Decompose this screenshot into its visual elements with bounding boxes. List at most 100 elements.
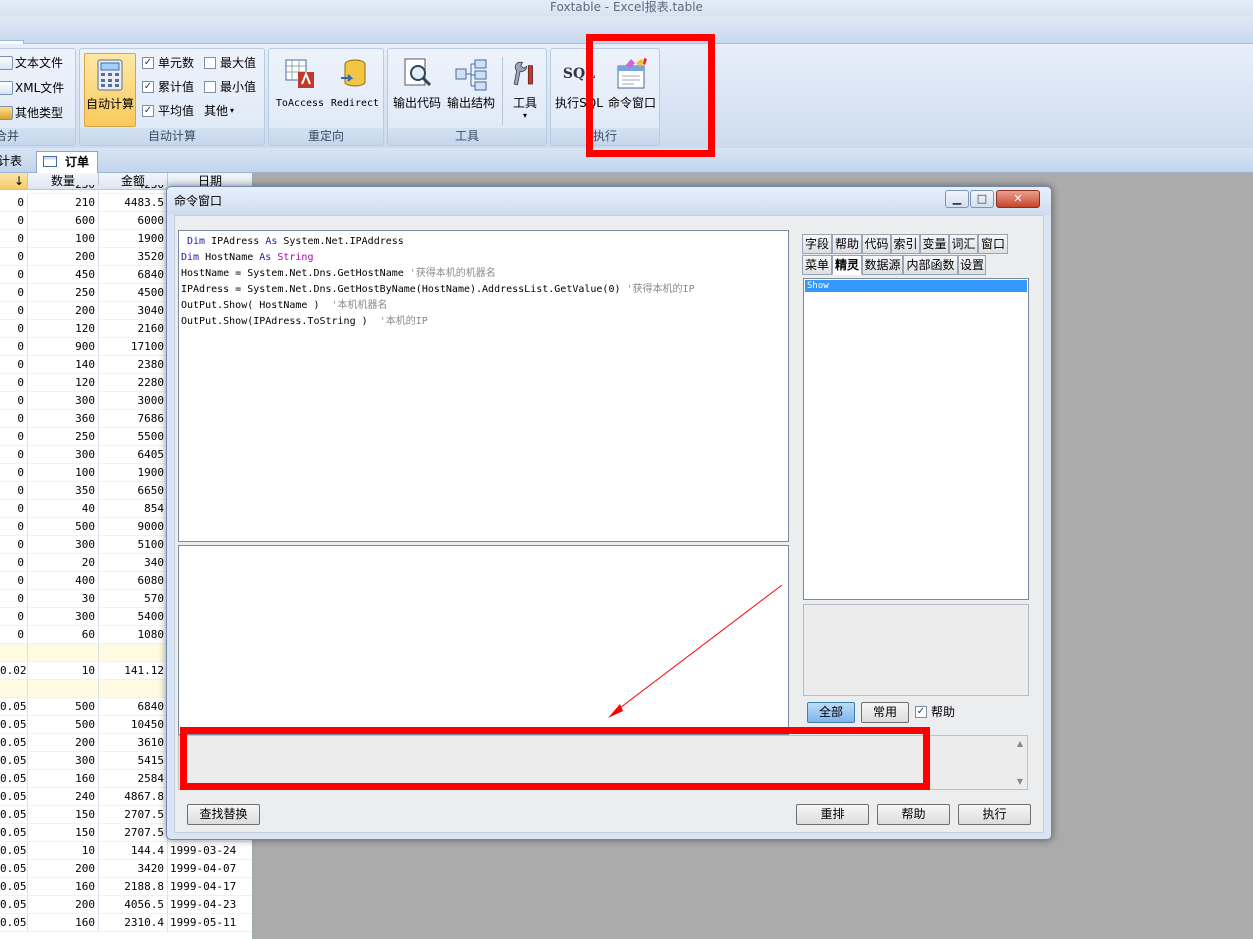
table-cell[interactable]: 300 [28, 752, 99, 770]
table-cell[interactable]: 4056.5 [99, 896, 168, 914]
code-editor[interactable]: Dim IPAdress As System.Net.IPAddress Dim … [178, 230, 789, 542]
tools-dropdown-button[interactable]: 工具 ▾ [506, 53, 544, 127]
table-cell[interactable]: 9000 [99, 518, 168, 536]
table-cell[interactable]: 250 [28, 284, 99, 302]
table-cell[interactable]: 340 [99, 554, 168, 572]
table-cell[interactable]: 0 [0, 284, 28, 302]
reorder-button[interactable]: 重排 [796, 804, 869, 825]
table-cell[interactable]: 0 [0, 428, 28, 446]
table-cell[interactable] [28, 644, 99, 662]
minimize-button[interactable]: ▁ [945, 190, 969, 208]
table-cell[interactable]: 6405 [99, 446, 168, 464]
table-cell[interactable]: 6650 [99, 482, 168, 500]
table-cell[interactable]: 2310.4 [99, 914, 168, 932]
table-cell[interactable]: 3000 [99, 392, 168, 410]
table-cell[interactable]: 570 [99, 590, 168, 608]
table-cell[interactable]: 100 [28, 464, 99, 482]
table-cell[interactable]: 500 [28, 716, 99, 734]
table-cell[interactable]: 5100 [99, 536, 168, 554]
table-cell[interactable]: 0 [0, 248, 28, 266]
table-cell[interactable]: 160 [28, 878, 99, 896]
help-button[interactable]: 帮助 [877, 804, 950, 825]
tab-right_tabs_row2-3[interactable]: 内部函数 [903, 255, 958, 275]
table-cell[interactable]: 2160 [99, 320, 168, 338]
tab-right_tabs_row1-0[interactable]: 字段 [802, 234, 832, 254]
table-cell[interactable]: 0.05 [0, 788, 28, 806]
xml-file-button[interactable]: XML文件 [0, 77, 64, 99]
table-cell[interactable]: 0 [0, 608, 28, 626]
table-cell[interactable]: 0 [0, 230, 28, 248]
table-cell[interactable]: 900 [28, 338, 99, 356]
table-cell[interactable]: 17100 [99, 338, 168, 356]
table-cell[interactable]: 1999-04-07 [168, 860, 252, 878]
table-cell[interactable]: 30 [28, 590, 99, 608]
execute-button[interactable]: 执行 [958, 804, 1031, 825]
table-cell[interactable]: 7686 [99, 410, 168, 428]
table-cell[interactable]: 100 [28, 230, 99, 248]
maximize-button[interactable]: □ [970, 190, 994, 208]
table-cell[interactable]: 0.05 [0, 860, 28, 878]
scrollbar[interactable]: ▲ ▼ [1014, 738, 1026, 788]
text-file-button[interactable]: 文本文件 [0, 52, 63, 74]
table-cell[interactable]: 2707.5 [99, 824, 168, 842]
table-cell[interactable]: 10450 [99, 716, 168, 734]
check-cell-count[interactable]: ✓ 单元数 [142, 52, 194, 74]
table-cell[interactable]: 6000 [99, 212, 168, 230]
table-cell[interactable]: 0 [0, 518, 28, 536]
table-cell[interactable]: 3420 [99, 860, 168, 878]
export-code-button[interactable]: 输出代码 [390, 53, 444, 127]
table-cell[interactable]: 250 [28, 428, 99, 446]
table-cell[interactable]: 150 [28, 806, 99, 824]
checkbox-cell-count[interactable]: ✓ [142, 57, 154, 69]
table-cell[interactable] [0, 644, 28, 662]
table-cell[interactable]: 0 [0, 212, 28, 230]
table-cell[interactable]: 6840 [99, 266, 168, 284]
table-cell[interactable]: 10 [28, 842, 99, 860]
table-cell[interactable]: 1080 [99, 626, 168, 644]
table-cell[interactable]: 10 [28, 662, 99, 680]
table-cell[interactable]: 160 [28, 914, 99, 932]
table-cell[interactable] [0, 680, 28, 698]
table-cell[interactable]: 0 [0, 338, 28, 356]
checkbox-average[interactable]: ✓ [142, 105, 154, 117]
tab-right_tabs_row1-6[interactable]: 窗口 [978, 234, 1008, 254]
help-checkbox[interactable]: ✓ 帮助 [915, 701, 955, 723]
table-cell[interactable]: 2280 [99, 374, 168, 392]
table-cell[interactable]: 144.4 [99, 842, 168, 860]
table-cell[interactable]: 0.05 [0, 824, 28, 842]
table-cell[interactable]: 1999-03-24 [168, 842, 252, 860]
table-cell[interactable]: 600 [28, 212, 99, 230]
checkbox-max[interactable] [204, 57, 216, 69]
table-cell[interactable]: 0.05 [0, 914, 28, 932]
table-cell[interactable]: 0 [0, 374, 28, 392]
other-type-button[interactable]: 其他类型 [0, 102, 63, 124]
table-cell[interactable]: 0 [0, 266, 28, 284]
table-cell[interactable]: 1999-05-11 [168, 914, 252, 932]
tab-right_tabs_row1-4[interactable]: 变量 [920, 234, 949, 254]
table-cell[interactable]: 200 [28, 734, 99, 752]
table-cell[interactable]: 0.05 [0, 896, 28, 914]
table-cell[interactable]: 0 [0, 446, 28, 464]
table-cell[interactable]: 5500 [99, 428, 168, 446]
table-cell[interactable]: 350 [28, 482, 99, 500]
table-cell[interactable]: 0 [0, 554, 28, 572]
table-cell[interactable]: 0 [0, 356, 28, 374]
check-cumulative[interactable]: ✓ 累计值 [142, 76, 194, 98]
table-cell[interactable]: 500 [28, 518, 99, 536]
table-cell[interactable]: 1900 [99, 230, 168, 248]
table-cell[interactable]: 200 [28, 302, 99, 320]
table-cell[interactable]: 0 [0, 464, 28, 482]
check-max[interactable]: 最大值 [204, 52, 256, 74]
tab-right_tabs_row2-4[interactable]: 设置 [958, 255, 986, 275]
to-access-button[interactable]: ToAccess [271, 53, 329, 127]
table-cell[interactable]: 500 [28, 698, 99, 716]
table-cell[interactable]: 20 [28, 554, 99, 572]
tab-right_tabs_row1-5[interactable]: 词汇 [949, 234, 978, 254]
sheet-tab-stats[interactable]: 计表 [0, 151, 30, 173]
table-cell[interactable]: 200 [28, 896, 99, 914]
table-cell[interactable]: 0 [0, 392, 28, 410]
table-cell[interactable]: 2380 [99, 356, 168, 374]
table-cell[interactable]: 200 [28, 860, 99, 878]
tab-right_tabs_row2-1[interactable]: 精灵 [832, 255, 862, 275]
table-cell[interactable]: 300 [28, 446, 99, 464]
